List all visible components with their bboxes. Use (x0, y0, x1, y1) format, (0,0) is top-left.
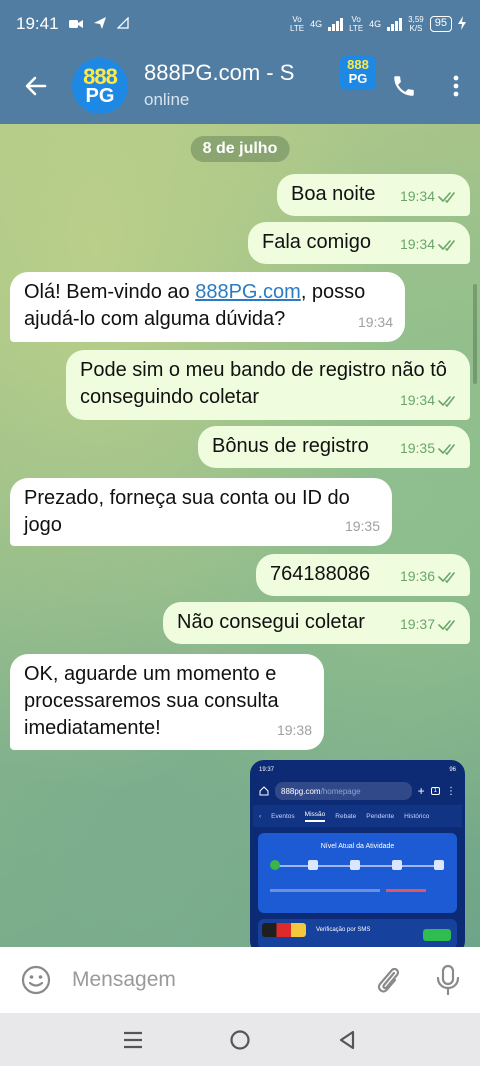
message-input-bar: Mensagem (0, 947, 480, 1013)
message-text-before: Olá! Bem-vindo ao (24, 281, 196, 303)
call-button[interactable] (376, 48, 432, 124)
message-text: Não consegui coletar (177, 611, 365, 633)
more-vertical-icon (453, 75, 459, 97)
home-button[interactable] (220, 1020, 260, 1060)
avatar-logo-bottom: PG (85, 85, 115, 107)
message-outgoing[interactable]: Boa noite 19:34 (277, 174, 470, 216)
more-menu-button[interactable] (432, 48, 480, 124)
preview-url-path: /homepage (320, 786, 361, 796)
volte-indicator-2: Vo LTE (349, 15, 364, 33)
message-link[interactable]: 888PG.com (195, 281, 301, 303)
message-incoming[interactable]: OK, aguarde um momento e processaremos s… (10, 654, 324, 750)
status-bar: 19:41 Vo LTE 4G Vo LTE 4G 3,59 K/S 95 (0, 0, 480, 48)
home-icon (259, 786, 269, 796)
status-time: 19:41 (16, 14, 59, 33)
triangle-back-icon (339, 1030, 354, 1049)
network-type-1: 4G (310, 18, 323, 29)
message-outgoing[interactable]: Pode sim o meu bando de registro não tô … (66, 350, 470, 420)
message-input[interactable]: Mensagem (72, 968, 360, 992)
battery-level: 95 (429, 16, 452, 32)
message-time: 19:36 (399, 568, 435, 584)
menu-lines-icon (124, 1031, 143, 1048)
date-chip: 8 de julho (190, 136, 290, 162)
voice-message-button[interactable] (416, 947, 480, 1013)
message-outgoing[interactable]: Fala comigo 19:34 (248, 222, 470, 264)
avatar[interactable]: 888 PG (72, 58, 128, 114)
preview-status-bar: 19:37 96 (259, 767, 456, 773)
system-back-button[interactable] (327, 1020, 367, 1060)
message-text: 764188086 (270, 563, 371, 585)
double-check-icon (438, 395, 455, 407)
title-logo-badge: 888 PG (340, 56, 376, 90)
chat-title-block[interactable]: 888PG.com - S 888 PG online (144, 48, 376, 124)
message-time: 19:34 (399, 392, 435, 408)
message-outgoing[interactable]: 764188086 19:36 (256, 554, 470, 596)
message-time: 19:37 (399, 616, 435, 632)
chat-status: online (144, 90, 190, 109)
message-incoming[interactable]: Olá! Bem-vindo ao 888PG.com, posso ajudá… (10, 272, 405, 342)
network-type-2: 4G (369, 18, 382, 29)
preview-url-bar: 888pg.com/homepage + 1 ⋮ (253, 777, 462, 805)
double-check-icon (438, 619, 455, 631)
volte-indicator-1: Vo LTE (289, 15, 305, 33)
message-time: 19:38 (276, 722, 312, 738)
chat-header: 888 PG 888PG.com - S 888 PG online (0, 48, 480, 124)
plus-icon: + (417, 784, 425, 798)
message-text: OK, aguarde um momento e processaremos s… (24, 663, 279, 739)
message-time: 19:35 (344, 518, 380, 534)
phone-icon (394, 76, 414, 96)
recent-apps-button[interactable] (113, 1020, 153, 1060)
paperclip-icon (377, 967, 400, 993)
chat-title: 888PG.com - S (144, 60, 295, 85)
message-outgoing[interactable]: Não consegui coletar 19:37 (163, 602, 470, 644)
more-vertical-icon: ⋮ (446, 785, 456, 797)
charging-icon (458, 16, 466, 32)
preview-task-row: Verificação por SMS (258, 919, 457, 947)
telegram-notification-icon (93, 16, 107, 33)
network-speed: 3,59 K/S (408, 15, 424, 33)
message-incoming[interactable]: Prezado, forneça sua conta ou ID do jogo… (10, 478, 392, 546)
signal-bars-2-icon (387, 17, 403, 31)
arrow-left-icon (25, 76, 47, 96)
emoji-icon (21, 965, 51, 995)
message-text: Prezado, forneça sua conta ou ID do jogo (24, 487, 350, 536)
back-button[interactable] (0, 48, 72, 124)
message-time: 19:34 (357, 314, 393, 330)
preview-url: 888pg.com (281, 786, 321, 796)
message-text: Boa noite (291, 183, 376, 205)
double-check-icon (438, 239, 455, 251)
message-text: Fala comigo (262, 231, 371, 253)
message-text: Pode sim o meu bando de registro não tô … (80, 359, 447, 408)
message-outgoing[interactable]: Bônus de registro 19:35 (198, 426, 470, 468)
attach-button[interactable] (360, 947, 416, 1013)
message-time: 19:35 (399, 440, 435, 456)
double-check-icon (438, 571, 455, 583)
tabs-icon: 1 (430, 787, 440, 795)
emoji-button[interactable] (0, 947, 72, 1013)
scroll-thumb[interactable] (473, 284, 477, 384)
signal-off-icon (115, 15, 129, 32)
message-time: 19:34 (399, 236, 435, 252)
message-time: 19:34 (399, 188, 435, 204)
video-icon (68, 17, 83, 32)
double-check-icon (438, 443, 455, 455)
preview-tabs: ‹ Eventos Missão Rebate Pendente Históri… (253, 805, 462, 827)
system-nav-bar (0, 1013, 480, 1066)
circle-home-icon (230, 1029, 250, 1050)
message-text: Bônus de registro (212, 435, 369, 457)
double-check-icon (438, 191, 455, 203)
signal-bars-1-icon (328, 17, 344, 31)
preview-level-card: Nível Atual da Atividade (258, 833, 457, 913)
image-message[interactable]: 19:37 96 888pg.com/homepage + 1 ⋮ ‹ Even… (250, 760, 465, 947)
chat-area[interactable]: 8 de julho Boa noite 19:34 Fala comigo 1… (0, 124, 480, 947)
microphone-icon (436, 964, 460, 996)
